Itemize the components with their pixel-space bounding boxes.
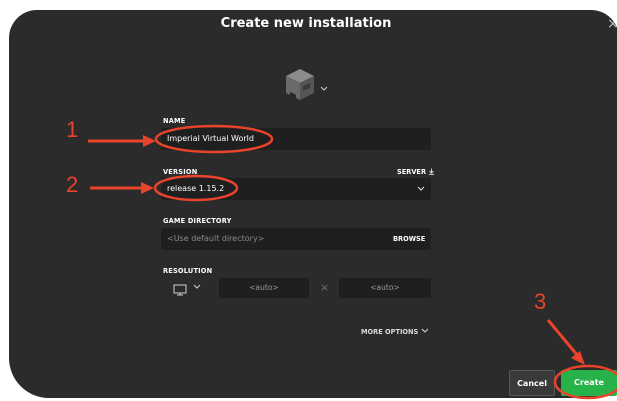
arrow-3-shaft [546, 319, 580, 357]
create-highlight-ellipse [553, 364, 617, 400]
annotation-overlay [88, 124, 617, 400]
arrow-3-head [571, 351, 585, 365]
arrow-2-head [141, 182, 154, 194]
step-2-number: 2 [66, 172, 79, 197]
version-highlight-ellipse [153, 174, 239, 202]
step-1-number: 1 [66, 117, 79, 142]
name-highlight-ellipse [154, 124, 274, 154]
step-3-number: 3 [534, 289, 547, 314]
arrow-1-head [143, 135, 156, 147]
